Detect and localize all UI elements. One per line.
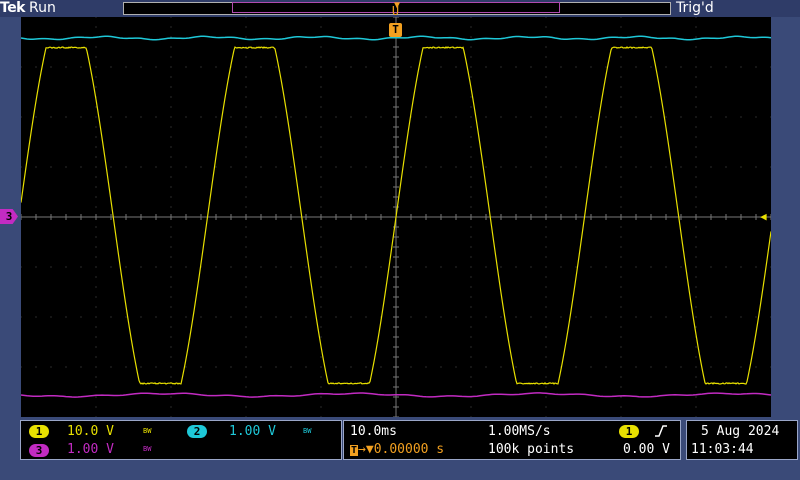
datetime-box: 5 Aug 2024 11:03:44 xyxy=(686,420,798,460)
ch2-bw-limit-icon: BW xyxy=(303,427,311,435)
trigger-slope-icon[interactable] xyxy=(654,424,668,442)
date: 5 Aug 2024 xyxy=(701,424,779,439)
ch3-ground-marker[interactable]: 3 xyxy=(0,209,18,224)
ch3-scale: 1.00 V xyxy=(67,442,114,457)
trigger-position-marker[interactable]: T xyxy=(389,23,402,37)
sample-rate: 1.00MS/s xyxy=(488,424,551,439)
ch1-badge[interactable]: 1 xyxy=(29,425,49,438)
channel-readout-box[interactable]: 1 10.0 V BW 2 1.00 V BW 3 1.00 V BW xyxy=(20,420,342,460)
ch2-scale: 1.00 V xyxy=(229,424,276,439)
record-length[interactable]: 100k points xyxy=(488,442,574,457)
waveform-display xyxy=(21,17,771,417)
brand-label: Tek xyxy=(0,0,25,16)
time: 11:03:44 xyxy=(691,442,754,457)
time-per-division[interactable]: 10.0ms xyxy=(350,424,397,439)
trigger-level[interactable]: 0.00 V xyxy=(623,442,670,457)
trigger-source-badge[interactable]: 1 xyxy=(619,425,639,438)
trigger-top-label: U xyxy=(392,4,399,18)
ch1-scale: 10.0 V xyxy=(67,424,114,439)
ch3-bw-limit-icon: BW xyxy=(143,445,151,453)
trigger-delay[interactable]: T→▼0.00000 s xyxy=(350,442,444,458)
trigger-position-top-icon: U xyxy=(390,5,401,19)
ch3-badge[interactable]: 3 xyxy=(29,444,49,457)
ch1-bw-limit-icon: BW xyxy=(143,427,151,435)
graticule[interactable] xyxy=(21,17,771,417)
trigger-level-arrow-icon[interactable]: ◀ xyxy=(760,211,767,222)
horizontal-trigger-readout-box[interactable]: 10.0ms 1.00MS/s 1 T→▼0.00000 s 100k poin… xyxy=(343,420,681,460)
readout-panel: 1 10.0 V BW 2 1.00 V BW 3 1.00 V BW 10.0… xyxy=(0,418,800,480)
trigger-status: Trig'd xyxy=(676,0,714,17)
acquisition-state[interactable]: Run xyxy=(29,0,56,16)
ch2-badge[interactable]: 2 xyxy=(187,425,207,438)
trigger-offset-value: 0.00000 s xyxy=(374,442,444,457)
brand: Tek Run xyxy=(0,0,56,17)
